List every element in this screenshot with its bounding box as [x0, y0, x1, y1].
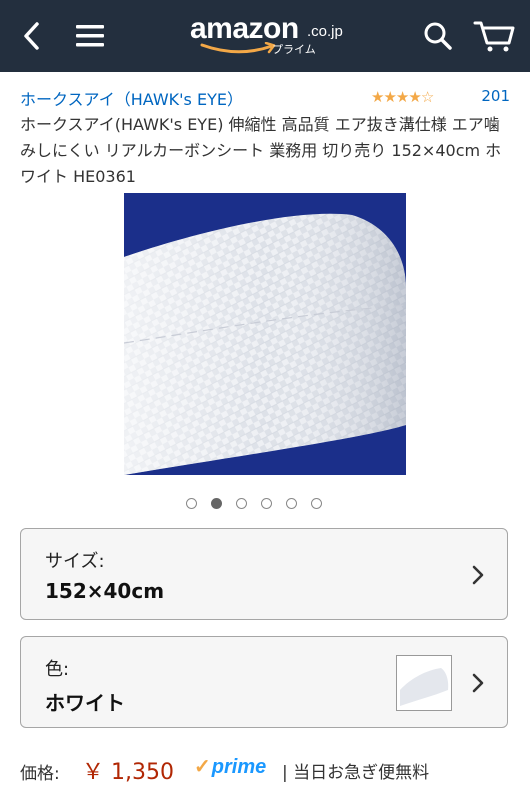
color-label: 色: [45, 659, 70, 680]
size-value: 152×40cm [45, 579, 165, 603]
star-icon: ★ [408, 88, 421, 106]
prime-check-icon: ✓ [194, 756, 211, 778]
review-count[interactable]: 201 [481, 87, 510, 105]
carousel-dot[interactable] [311, 498, 322, 509]
app-header: amazon .co.jp プライム [0, 0, 530, 72]
prime-badge: ✓prime [194, 754, 266, 779]
cart-icon[interactable] [470, 14, 518, 58]
amazon-logo[interactable]: amazon .co.jp プライム [190, 12, 350, 60]
product-title: ホークスアイ(HAWK's EYE) 伸縮性 高品質 エア抜き溝仕様 エア噛みし… [20, 115, 502, 186]
logo-domain: .co.jp [307, 23, 343, 40]
star-icon: ★ [371, 88, 384, 106]
product-image[interactable] [124, 193, 406, 475]
carousel-dot[interactable] [286, 498, 297, 509]
color-selector[interactable]: 色: ホワイト [20, 636, 508, 728]
price-row: 価格: ￥ 1,350 ✓prime | 当日お急ぎ便無料 [20, 753, 520, 787]
brand-link[interactable]: ホークスアイ（HAWK's EYE） [20, 86, 243, 110]
brand-rating-row: ホークスアイ（HAWK's EYE） ★★★★☆ 201 [20, 86, 510, 110]
chevron-right-icon [472, 565, 484, 585]
carousel-dot[interactable] [211, 498, 222, 509]
search-icon[interactable] [418, 16, 458, 56]
chevron-right-icon [472, 673, 484, 693]
color-value: ホワイト [45, 691, 125, 715]
star-icon: ★ [395, 88, 409, 106]
star-icon: ★ [383, 88, 396, 106]
back-arrow-icon[interactable] [14, 18, 50, 54]
delivery-text: | 当日お急ぎ便無料 [282, 763, 430, 783]
carousel-dot[interactable] [261, 498, 272, 509]
price-value: ￥ 1,350 [82, 760, 174, 785]
size-selector[interactable]: サイズ: 152×40cm [20, 528, 508, 620]
size-label: サイズ: [45, 551, 105, 572]
logo-prime: プライム [272, 43, 316, 56]
carousel-dot[interactable] [236, 498, 247, 509]
smile-arrow-icon [200, 42, 276, 54]
rating-stars[interactable]: ★★★★☆ [371, 88, 434, 106]
hamburger-menu-icon[interactable] [70, 18, 110, 54]
carousel-dot[interactable] [186, 498, 197, 509]
color-swatch [396, 655, 452, 711]
star-empty-icon: ☆ [420, 88, 434, 106]
carousel-dots [186, 498, 322, 512]
prime-text: prime [211, 756, 267, 778]
price-label: 価格: [20, 764, 60, 784]
